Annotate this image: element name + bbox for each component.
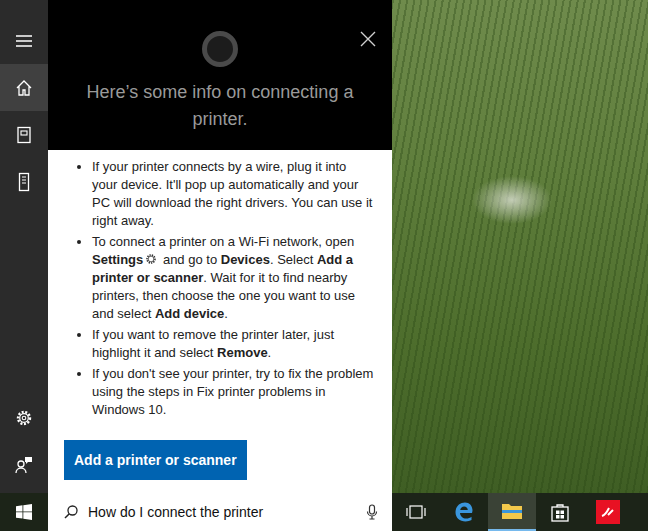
add-printer-button[interactable]: Add a printer or scanner bbox=[64, 440, 247, 480]
plain-text: If you want to remove the printer later,… bbox=[92, 327, 334, 360]
sidebar-item[interactable] bbox=[0, 394, 48, 441]
gear-icon bbox=[15, 409, 33, 427]
taskbar-apps bbox=[392, 493, 648, 531]
bold-text: Devices bbox=[221, 252, 270, 267]
plain-text: . bbox=[268, 345, 272, 360]
search-icon bbox=[64, 505, 78, 519]
app-icon bbox=[596, 500, 620, 524]
wallpaper-photo bbox=[392, 0, 648, 493]
sidebar-item[interactable] bbox=[0, 17, 48, 64]
taskbar-app[interactable] bbox=[584, 493, 632, 531]
menu-icon bbox=[15, 34, 33, 48]
plain-text: If you don't see your printer, try to fi… bbox=[92, 366, 373, 417]
notebook-icon bbox=[16, 126, 32, 144]
screen: Here’s some info on connecting a printer… bbox=[0, 0, 648, 531]
search-text[interactable]: How do I connect the printer bbox=[88, 504, 356, 520]
feedback-icon bbox=[15, 456, 33, 474]
cortana-heading: Here’s some info on connecting a printer… bbox=[78, 79, 362, 133]
bold-text: Settings bbox=[92, 252, 143, 267]
cortana-icon bbox=[202, 31, 238, 67]
taskbar-app[interactable] bbox=[440, 493, 488, 531]
plain-text: If your printer connects by a wire, plug… bbox=[92, 159, 372, 228]
sidebar-item[interactable] bbox=[0, 441, 48, 488]
bold-text: Add device bbox=[155, 306, 224, 321]
edge-icon bbox=[453, 501, 475, 523]
cortana-header: Here’s some info on connecting a printer… bbox=[48, 0, 392, 150]
plain-text: . Select bbox=[270, 252, 317, 267]
info-item: If you want to remove the printer later,… bbox=[92, 326, 374, 362]
gear-icon bbox=[145, 253, 157, 265]
taskbar-app[interactable] bbox=[488, 493, 536, 531]
sidebar-bottom bbox=[0, 394, 48, 488]
home-icon bbox=[15, 79, 33, 97]
store-icon bbox=[550, 502, 570, 522]
info-item: To connect a printer on a Wi-Fi network,… bbox=[92, 233, 374, 323]
start-button[interactable] bbox=[0, 493, 48, 531]
cortana-panel: Here’s some info on connecting a printer… bbox=[48, 0, 392, 493]
cortana-content: If your printer connects by a wire, plug… bbox=[48, 150, 392, 493]
info-list: If your printer connects by a wire, plug… bbox=[64, 158, 374, 422]
info-item: If your printer connects by a wire, plug… bbox=[92, 158, 374, 230]
sidebar-item[interactable] bbox=[0, 111, 48, 158]
desktop-area: Here’s some info on connecting a printer… bbox=[0, 0, 648, 493]
taskbar-app[interactable] bbox=[536, 493, 584, 531]
plain-text: and go to bbox=[159, 252, 220, 267]
taskbar: How do I connect the printer bbox=[0, 493, 648, 531]
taskbar-app[interactable] bbox=[392, 493, 440, 531]
sidebar-item[interactable] bbox=[0, 64, 48, 111]
windows-logo-icon bbox=[16, 504, 32, 520]
info-item: If you don't see your printer, try to fi… bbox=[92, 365, 374, 419]
task-view-icon bbox=[406, 504, 426, 520]
close-icon[interactable] bbox=[360, 31, 376, 47]
sidebar-top bbox=[0, 17, 48, 205]
file-explorer-icon bbox=[501, 502, 523, 520]
search-box[interactable]: How do I connect the printer bbox=[48, 493, 392, 531]
sidebar-item[interactable] bbox=[0, 158, 48, 205]
bold-text: Remove bbox=[217, 345, 268, 360]
sidebar bbox=[0, 0, 48, 493]
plain-text: To connect a printer on a Wi-Fi network,… bbox=[92, 234, 354, 249]
microphone-icon[interactable] bbox=[366, 504, 378, 520]
devices-icon bbox=[18, 172, 30, 192]
plain-text: . bbox=[224, 306, 228, 321]
